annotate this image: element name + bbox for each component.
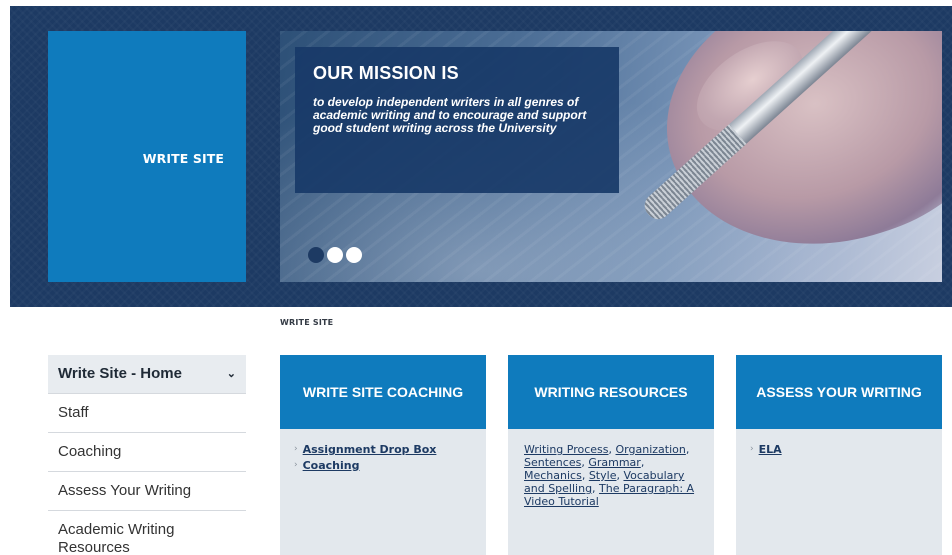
breadcrumb[interactable]: WRITE SITE (280, 318, 333, 327)
resources-card-links: Writing Process, Organization, Sentences… (524, 443, 695, 508)
sidebar-item-label: Coaching (58, 443, 122, 460)
sidebar-nav: Write Site - Home ⌄ Staff Coaching Asses… (48, 355, 246, 555)
sidebar-item-label: Staff (58, 404, 89, 421)
sidebar-item-home[interactable]: Write Site - Home ⌄ (48, 355, 246, 394)
sidebar-item-label: Write Site - Home (58, 365, 182, 382)
assignment-drop-box-link[interactable]: Assignment Drop Box (303, 443, 437, 456)
sidebar-item-academic-resources[interactable]: Academic Writing Resources (48, 511, 246, 555)
mission-title: OUR MISSION IS (313, 63, 459, 83)
link-row: › ELA (750, 443, 928, 456)
assess-card-links: › ELA (736, 429, 942, 473)
sentences-link[interactable]: Sentences (524, 456, 581, 469)
style-link[interactable]: Style (589, 469, 617, 482)
resources-card-title[interactable]: WRITING RESOURCES (508, 355, 714, 429)
mission-box: OUR MISSION IS to develop independent wr… (295, 47, 619, 193)
mechanics-link[interactable]: Mechanics (524, 469, 582, 482)
ela-link[interactable]: ELA (759, 443, 782, 456)
slider-dot-1[interactable] (308, 247, 324, 263)
sidebar-item-coaching[interactable]: Coaching (48, 433, 246, 472)
coaching-card-title[interactable]: WRITE SITE COACHING (280, 355, 486, 429)
assess-card-title[interactable]: ASSESS YOUR WRITING (736, 355, 942, 429)
resources-card: WRITING RESOURCES Writing Process, Organ… (508, 355, 714, 555)
sidebar-item-label: Assess Your Writing (58, 482, 192, 499)
chevron-right-icon: › (294, 460, 298, 470)
site-title-tile[interactable]: WRITE SITE (48, 31, 246, 282)
slider-dots (308, 247, 362, 263)
coaching-card-links: › Assignment Drop Box › Coaching (280, 429, 486, 489)
slider-dot-2[interactable] (327, 247, 343, 263)
coaching-link[interactable]: Coaching (303, 459, 360, 472)
chevron-right-icon: › (750, 444, 754, 454)
hero-slider: OUR MISSION IS to develop independent wr… (280, 31, 942, 282)
link-row: › Assignment Drop Box (294, 443, 472, 456)
coaching-card: WRITE SITE COACHING › Assignment Drop Bo… (280, 355, 486, 555)
grammar-link[interactable]: Grammar (588, 456, 640, 469)
sidebar-item-assess[interactable]: Assess Your Writing (48, 472, 246, 511)
chevron-right-icon: › (294, 444, 298, 454)
slider-dot-3[interactable] (346, 247, 362, 263)
sidebar-item-label: Academic Writing Resources (58, 521, 175, 555)
organization-link[interactable]: Organization (616, 443, 686, 456)
mission-text: to develop independent writers in all ge… (313, 95, 587, 135)
sidebar-item-staff[interactable]: Staff (48, 394, 246, 433)
site-title: WRITE SITE (142, 151, 224, 166)
chevron-down-icon[interactable]: ⌄ (227, 365, 236, 383)
link-row: › Coaching (294, 459, 472, 472)
writing-process-link[interactable]: Writing Process (524, 443, 609, 456)
assess-card: ASSESS YOUR WRITING › ELA (736, 355, 942, 555)
